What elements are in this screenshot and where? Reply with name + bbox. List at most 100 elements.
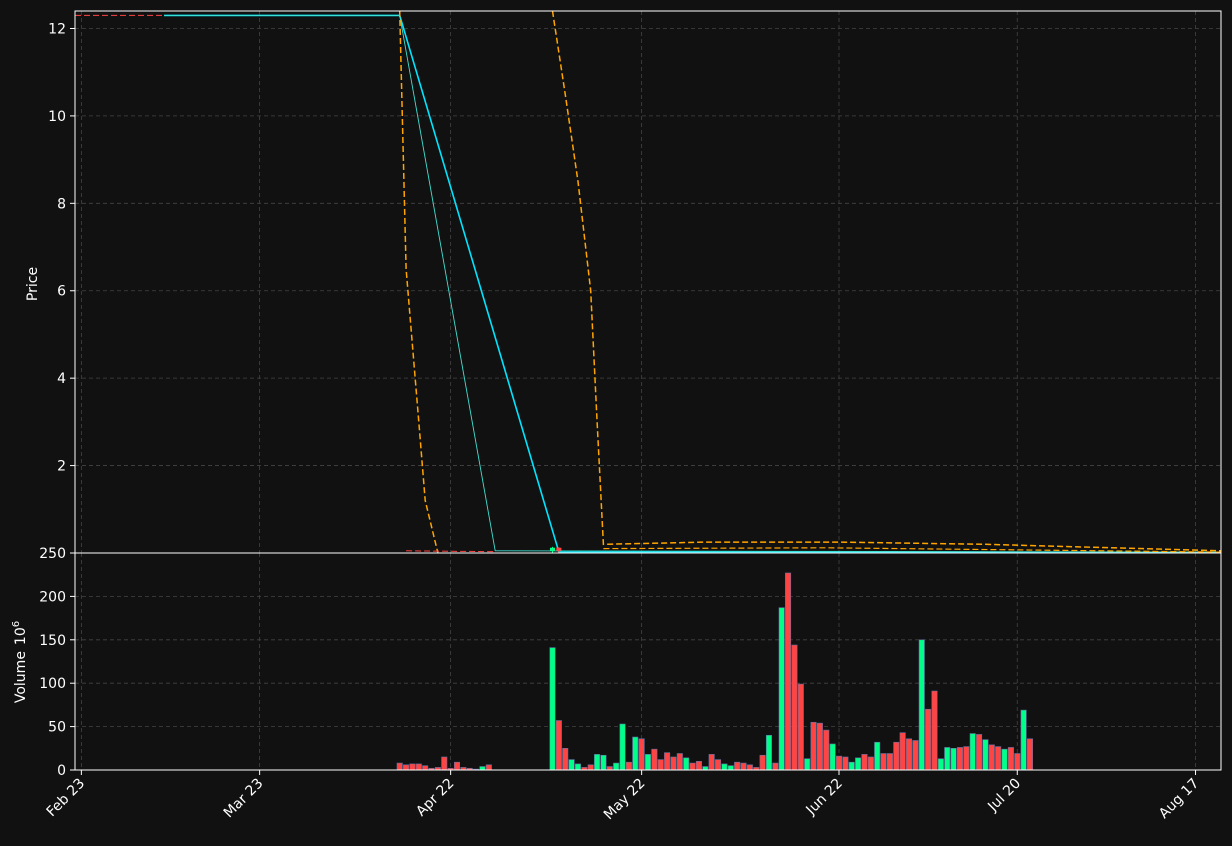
volume-bar — [702, 766, 709, 771]
volume-bar — [759, 754, 766, 771]
volume-bar — [956, 747, 963, 771]
volume-bar — [746, 764, 753, 771]
volume-bar — [1014, 753, 1021, 771]
volume-bar — [893, 741, 900, 771]
chart-background — [0, 0, 1232, 842]
volume-bar — [931, 690, 938, 771]
candle-body — [549, 547, 556, 551]
volume-bar — [969, 733, 976, 771]
volume-bar — [657, 759, 664, 771]
volume-bar — [982, 739, 989, 771]
volume-bar — [396, 762, 403, 771]
volume-y-tick-label: 150 — [39, 633, 66, 649]
chart-svg: 24681012 050100150200250 Feb 23 Mar 23 Apr… — [0, 0, 1232, 842]
volume-bar — [708, 754, 715, 771]
volume-bar — [855, 757, 862, 771]
volume-bar — [574, 763, 581, 771]
volume-bar — [912, 740, 919, 771]
volume-bar — [594, 754, 601, 771]
volume-bar — [995, 746, 1002, 771]
price-y-tick-label: 6 — [57, 284, 66, 300]
volume-y-tick-label: 50 — [48, 720, 66, 736]
volume-y-tick-label: 250 — [39, 546, 66, 562]
volume-bar — [734, 761, 741, 771]
volume-bar — [562, 747, 569, 771]
volume-bar — [785, 572, 792, 771]
volume-bar — [925, 708, 932, 771]
volume-bar — [810, 721, 817, 771]
volume-bar — [632, 736, 639, 771]
volume-bar — [778, 607, 785, 771]
volume-y-tick-label: 0 — [57, 763, 66, 779]
volume-bar — [886, 753, 893, 771]
candle-body — [556, 547, 562, 551]
volume-bar — [867, 756, 874, 771]
price-y-tick-label: 2 — [57, 459, 66, 475]
volume-bar — [651, 748, 658, 771]
volume-bar — [937, 758, 944, 771]
volume-y-axis-label-power: 6 — [11, 621, 22, 627]
volume-bar — [880, 753, 887, 771]
price-y-tick-label: 4 — [57, 371, 66, 387]
price-y-axis-label: Price — [25, 267, 41, 301]
volume-bar — [842, 756, 849, 771]
volume-bar — [829, 743, 836, 771]
volume-y-axis-label-exponent-base: 10 — [13, 627, 29, 645]
volume-bar — [613, 762, 620, 771]
volume-bar — [1007, 747, 1014, 771]
volume-y-axis-label-text: Volume — [13, 651, 29, 703]
volume-bar — [689, 762, 696, 771]
volume-bar — [664, 752, 671, 771]
volume-bar — [415, 763, 422, 771]
volume-bar — [874, 741, 881, 771]
volume-bar — [619, 723, 626, 771]
volume-bar — [1020, 709, 1027, 771]
volume-bar — [638, 738, 645, 771]
volume-bar — [823, 729, 830, 771]
volume-bar — [403, 764, 410, 771]
volume-y-axis-label: Volume 106 — [11, 621, 29, 703]
price-y-tick-label: 8 — [57, 196, 66, 212]
volume-bar — [422, 765, 429, 771]
volume-bar — [727, 765, 734, 771]
volume-bar — [715, 759, 722, 771]
volume-bar — [721, 763, 728, 771]
volume-bar — [976, 734, 983, 771]
volume-bar — [549, 647, 556, 771]
volume-bar — [1026, 738, 1034, 771]
volume-bar — [409, 763, 416, 771]
volume-bar — [683, 757, 690, 771]
volume-bar — [479, 766, 486, 771]
volume-bar — [695, 761, 702, 771]
chart-figure: 2 4 6 8 10 12 0 50 100 150 200 250 Feb 23 Mar 23 Apr… — [0, 0, 1232, 842]
volume-bar — [835, 755, 843, 771]
volume-bar — [791, 644, 798, 771]
volume-y-tick-label: 100 — [39, 676, 66, 692]
volume-bar — [600, 754, 607, 771]
volume-bar — [485, 764, 492, 771]
volume-bar — [568, 759, 575, 771]
volume-bar — [644, 754, 652, 771]
volume-bar — [848, 761, 855, 771]
volume-bar — [988, 744, 995, 771]
volume-bar — [441, 756, 448, 771]
price-y-tick-label: 10 — [48, 109, 66, 125]
volume-bar — [555, 720, 562, 771]
volume-y-tick-label: 200 — [39, 589, 66, 605]
volume-bar — [816, 722, 823, 771]
volume-bar — [606, 766, 613, 771]
volume-bar — [740, 762, 747, 771]
volume-bar — [772, 762, 779, 771]
volume-bar — [676, 753, 683, 771]
volume-bar — [906, 738, 913, 771]
volume-bar — [899, 732, 906, 771]
volume-bar — [950, 747, 957, 771]
volume-bar — [804, 758, 811, 771]
volume-bar — [918, 639, 925, 771]
volume-bar — [765, 734, 772, 771]
volume-bar — [861, 754, 868, 771]
volume-bar — [587, 764, 594, 771]
volume-bar — [670, 756, 677, 771]
volume-bar — [1001, 748, 1008, 771]
volume-bar — [797, 683, 804, 771]
